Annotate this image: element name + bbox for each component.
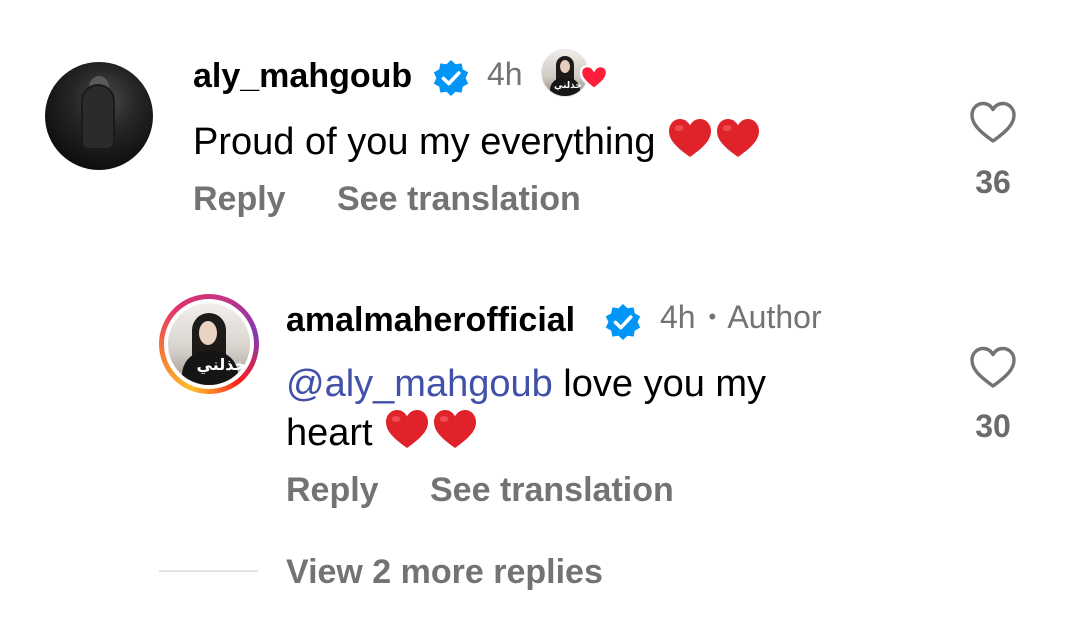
like-count: 36 (975, 164, 1011, 200)
meta-separator: • (708, 304, 717, 329)
author-liked-heart-icon (579, 64, 609, 91)
like-heart-icon[interactable] (968, 99, 1018, 145)
comment-username[interactable]: aly_mahgoub (193, 57, 412, 96)
reply-button[interactable]: Reply (193, 180, 286, 219)
see-translation-button[interactable]: See translation (337, 180, 581, 219)
mention-link[interactable]: @aly_mahgoub (286, 363, 553, 405)
avatar-logo: خذلني (196, 357, 247, 374)
verified-badge-icon (605, 304, 641, 340)
red-heart-emoji-icon (669, 119, 712, 157)
comment-text-row: Proud of you my everything (193, 116, 762, 165)
comment-timestamp: 4h (487, 56, 523, 92)
reply-username[interactable]: amalmaherofficial (286, 301, 575, 340)
comment-text: Proud of you my everything (193, 121, 656, 163)
reply-timestamp: 4h (660, 299, 696, 335)
reply-text-part1: love you my (552, 363, 767, 405)
view-more-replies-button[interactable]: View 2 more replies (286, 553, 603, 592)
red-heart-emoji-icon (434, 410, 477, 448)
reply-text-line-2: heart (286, 407, 906, 456)
author-badge: Author (727, 299, 822, 335)
reply-text-part2: heart (286, 412, 373, 454)
avatar-figure (83, 86, 113, 148)
reply-meta: 4h • Author (660, 299, 822, 336)
avatar-face (199, 321, 217, 345)
commenter-avatar[interactable] (45, 62, 153, 170)
see-translation-button[interactable]: See translation (430, 471, 674, 510)
red-heart-emoji-icon (717, 119, 760, 157)
reply-avatar-photo: خذلني (168, 303, 250, 385)
thread-divider (159, 570, 258, 572)
red-heart-emoji-icon (386, 410, 429, 448)
reply-button[interactable]: Reply (286, 471, 379, 510)
like-count: 30 (975, 408, 1011, 444)
reply-avatar[interactable]: خذلني (159, 294, 259, 394)
mini-face (560, 60, 570, 73)
like-heart-icon[interactable] (968, 344, 1018, 390)
verified-badge-icon (433, 60, 469, 96)
reply-text-block: @aly_mahgoub love you my heart (286, 361, 906, 456)
reply-text-line-1: @aly_mahgoub love you my (286, 361, 906, 407)
